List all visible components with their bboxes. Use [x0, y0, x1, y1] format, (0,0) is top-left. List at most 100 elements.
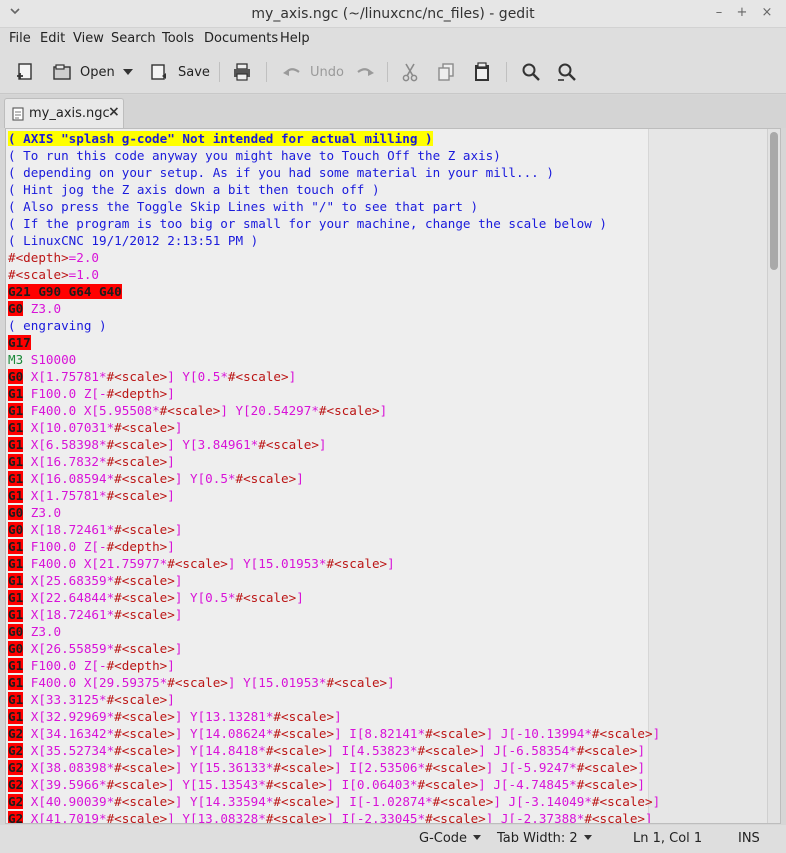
title-bar: my_axis.ngc (~/linuxcnc/nc_files) - gedi… — [0, 0, 786, 28]
code-line[interactable]: G17 — [8, 334, 660, 351]
menu-edit[interactable]: Edit — [40, 31, 65, 46]
code-line[interactable]: G21 G90 G64 G40 — [8, 283, 660, 300]
code-line[interactable]: G1 X[10.07031*#<scale>] — [8, 419, 660, 436]
right-margin-area — [649, 129, 769, 823]
code-token: X[33.3125* — [23, 692, 107, 707]
code-token: ] I[8.82141* — [334, 726, 426, 741]
code-line[interactable]: G2 X[38.08398*#<scale>] Y[15.36133*#<sca… — [8, 759, 660, 776]
menu-file[interactable]: File — [9, 31, 31, 46]
code-line[interactable]: G0 Z3.0 — [8, 300, 660, 317]
save-button[interactable]: Save — [150, 59, 210, 85]
code-token: ] — [167, 692, 175, 707]
new-document-button[interactable] — [16, 59, 34, 85]
code-token: ( AXIS "splash g-code" Not intended for … — [8, 131, 433, 146]
menu-search[interactable]: Search — [111, 31, 156, 46]
open-button[interactable]: Open — [52, 59, 115, 85]
redo-icon — [357, 68, 374, 76]
menu-tools[interactable]: Tools — [162, 31, 194, 46]
code-line[interactable]: G1 X[25.68359*#<scale>] — [8, 572, 660, 589]
code-line[interactable]: G0 X[18.72461*#<scale>] — [8, 521, 660, 538]
code-line[interactable]: G1 F400.0 X[29.59375*#<scale>] Y[15.0195… — [8, 674, 660, 691]
code-token: ] — [167, 386, 175, 401]
code-line[interactable]: M3 S10000 — [8, 351, 660, 368]
code-line[interactable]: G2 X[34.16342*#<scale>] Y[14.08624*#<sca… — [8, 725, 660, 742]
tab-width-selector[interactable]: Tab Width: 2 — [497, 831, 592, 846]
undo-button[interactable]: Undo — [282, 59, 344, 85]
code-token: #<scale> — [326, 556, 388, 571]
code-line[interactable]: G2 X[40.90039*#<scale>] Y[14.33594*#<sca… — [8, 793, 660, 810]
code-line[interactable]: #<depth>=2.0 — [8, 249, 660, 266]
code-line[interactable]: ( If the program is too big or small for… — [8, 215, 660, 232]
code-token: #<depth> — [106, 386, 168, 401]
code-line[interactable]: G2 X[41.7019*#<scale>] Y[13.08328*#<scal… — [8, 810, 660, 824]
code-line[interactable]: G1 X[32.92969*#<scale>] Y[13.13281*#<sca… — [8, 708, 660, 725]
code-line[interactable]: G1 F100.0 Z[-#<depth>] — [8, 657, 660, 674]
scrollbar-thumb[interactable] — [770, 132, 778, 270]
code-token: ( depending on your setup. As if you had… — [8, 165, 554, 180]
code-line[interactable]: G1 F400.0 X[21.75977*#<scale>] Y[15.0195… — [8, 555, 660, 572]
close-window-button[interactable]: × — [758, 4, 776, 22]
find-replace-button[interactable] — [557, 59, 577, 85]
code-line[interactable]: G1 X[18.72461*#<scale>] — [8, 606, 660, 623]
cut-button[interactable] — [401, 59, 419, 85]
menu-view[interactable]: View — [73, 31, 104, 46]
code-line[interactable]: G1 F400.0 X[5.95508*#<scale>] Y[20.54297… — [8, 402, 660, 419]
code-line[interactable]: ( To run this code anyway you might have… — [8, 147, 660, 164]
redo-button[interactable] — [355, 59, 375, 85]
code-token: ] — [387, 556, 395, 571]
code-token: ( Also press the Toggle Skip Lines with … — [8, 199, 479, 214]
code-line[interactable]: G0 Z3.0 — [8, 504, 660, 521]
menu-documents[interactable]: Documents — [204, 31, 278, 46]
code-token: ] — [637, 743, 646, 758]
text-editor[interactable]: ( AXIS "splash g-code" Not intended for … — [5, 128, 781, 824]
window-menu-chevron-icon[interactable] — [6, 5, 24, 23]
code-line[interactable]: #<scale>=1.0 — [8, 266, 660, 283]
code-token: G1 — [8, 539, 24, 554]
code-line[interactable]: ( AXIS "splash g-code" Not intended for … — [8, 130, 660, 147]
code-token: ] — [167, 488, 175, 503]
undo-icon — [283, 68, 300, 76]
paste-button[interactable] — [473, 59, 491, 85]
code-line[interactable]: G2 X[39.5966*#<scale>] Y[15.13543*#<scal… — [8, 776, 660, 793]
find-button[interactable] — [521, 59, 541, 85]
code-line[interactable]: ( Also press the Toggle Skip Lines with … — [8, 198, 660, 215]
code-line[interactable]: G0 Z3.0 — [8, 623, 660, 640]
code-line[interactable]: G1 F100.0 Z[-#<depth>] — [8, 385, 660, 402]
copy-button[interactable] — [437, 59, 455, 85]
code-line[interactable]: G1 F100.0 Z[-#<depth>] — [8, 538, 660, 555]
code-line[interactable]: ( engraving ) — [8, 317, 660, 334]
code-token: ] Y[13.08328* — [167, 811, 266, 824]
open-recent-dropdown[interactable] — [122, 59, 134, 85]
code-line[interactable]: G1 X[6.58398*#<scale>] Y[3.84961*#<scale… — [8, 436, 660, 453]
code-line[interactable]: G1 X[16.7832*#<scale>] — [8, 453, 660, 470]
code-token: ] J[-10.13994* — [485, 726, 592, 741]
menu-help[interactable]: Help — [280, 31, 310, 46]
code-line[interactable]: ( LinuxCNC 19/1/2012 2:13:51 PM ) — [8, 232, 660, 249]
code-line[interactable]: ( Hint jog the Z axis down a bit then to… — [8, 181, 660, 198]
code-token: #<scale> — [114, 641, 175, 656]
code-token: G1 — [8, 471, 24, 486]
code-lines[interactable]: ( AXIS "splash g-code" Not intended for … — [8, 130, 660, 824]
code-token: G1 — [8, 607, 24, 622]
print-button[interactable] — [232, 59, 252, 85]
code-token: #<scale> — [106, 692, 168, 707]
code-line[interactable]: G1 X[1.75781*#<scale>] — [8, 487, 660, 504]
vertical-scrollbar[interactable] — [767, 129, 780, 823]
code-line[interactable]: ( depending on your setup. As if you had… — [8, 164, 660, 181]
code-line[interactable]: G1 X[16.08594*#<scale>] Y[0.5*#<scale>] — [8, 470, 660, 487]
language-selector[interactable]: G-Code — [419, 831, 482, 846]
code-token: ] — [167, 454, 175, 469]
code-line[interactable]: G0 X[26.55859*#<scale>] — [8, 640, 660, 657]
code-token: F100.0 Z[- — [23, 386, 107, 401]
code-token: X[25.68359* — [23, 573, 115, 588]
maximize-button[interactable]: + — [733, 4, 751, 22]
tab-my-axis[interactable]: my_axis.ngc × — [4, 98, 124, 128]
code-line[interactable]: G2 X[35.52734*#<scale>] Y[14.8418*#<scal… — [8, 742, 660, 759]
code-token: X[6.58398* — [23, 437, 107, 452]
code-line[interactable]: G1 X[22.64844*#<scale>] Y[0.5*#<scale>] — [8, 589, 660, 606]
code-line[interactable]: G1 X[33.3125*#<scale>] — [8, 691, 660, 708]
code-token: G2 — [8, 794, 24, 809]
code-line[interactable]: G0 X[1.75781*#<scale>] Y[0.5*#<scale>] — [8, 368, 660, 385]
tab-close-button[interactable]: × — [108, 104, 120, 120]
minimize-button[interactable]: – — [710, 4, 728, 22]
